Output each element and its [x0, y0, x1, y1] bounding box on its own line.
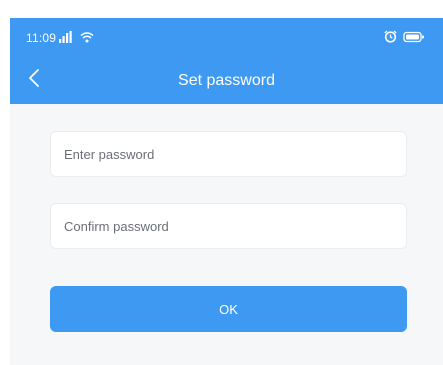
confirm-password-field: [50, 203, 407, 249]
battery-icon: [403, 30, 425, 48]
page-title: Set password: [178, 72, 275, 89]
status-right-icons: [378, 30, 425, 48]
status-bar: 11:09: [10, 18, 443, 56]
wifi-icon: [80, 30, 94, 48]
alarm-icon: [384, 30, 397, 48]
status-left-icons: [59, 30, 94, 48]
password-field: [50, 131, 407, 177]
page: 11:09 Set password OK: [0, 0, 443, 365]
status-time: 11:09: [26, 31, 57, 45]
signal-icon: [59, 30, 77, 48]
password-input[interactable]: [51, 132, 406, 176]
navbar: Set password: [10, 58, 443, 104]
app-header: 11:09 Set password: [10, 18, 443, 104]
phone-screen: 11:09 Set password OK: [10, 18, 443, 365]
ok-button[interactable]: OK: [50, 286, 407, 332]
confirm-password-input[interactable]: [51, 204, 406, 248]
